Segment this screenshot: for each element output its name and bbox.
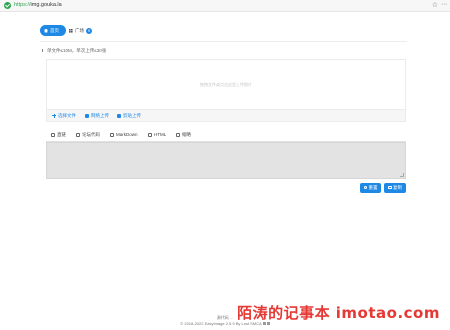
network-upload-label: 网络上传 — [91, 113, 109, 118]
square-label: 广场 — [75, 28, 84, 33]
upload-dropzone[interactable]: 拖拽文件或点击这里上传图片 — [46, 59, 406, 110]
address-bar[interactable]: https://img.gouka.la ☆ ⋯ — [0, 0, 450, 12]
upload-toolbar: 选择文件 网络上传 剪贴上传 — [46, 110, 406, 122]
link-icon — [51, 132, 55, 137]
square-tab[interactable]: 广场 9 — [69, 25, 92, 36]
nav-divider — [40, 41, 407, 42]
tab-thumbnail[interactable]: 缩略 — [176, 128, 191, 142]
url-scheme: https:// — [14, 2, 31, 8]
info-icon — [42, 49, 45, 52]
grid-icon — [69, 28, 73, 33]
paste-upload-button[interactable]: 剪贴上传 — [117, 110, 141, 122]
home-tab-button[interactable]: 首页 — [40, 25, 66, 36]
reset-icon — [363, 185, 367, 190]
watermark: 陌涛的记事本 imotao.com — [237, 304, 440, 322]
upload-limit: 单文件≤10M，单次上传≤30张 — [42, 48, 106, 54]
tab-html[interactable]: HTML — [148, 128, 166, 142]
url-host: img.gouka.la — [30, 2, 62, 8]
cloud-icon — [85, 113, 89, 118]
home-label: 首页 — [50, 28, 59, 33]
link-output-textarea[interactable] — [46, 142, 406, 179]
shield-check-icon[interactable] — [4, 2, 11, 9]
tab-direct-link-label: 直链 — [57, 132, 66, 137]
select-file-label: 选择文件 — [58, 113, 76, 118]
url-text[interactable]: https://img.gouka.la — [14, 1, 62, 10]
tab-thumbnail-label: 缩略 — [182, 132, 191, 137]
copy-button[interactable]: 复制 — [384, 183, 406, 193]
network-upload-button[interactable]: 网络上传 — [85, 110, 109, 122]
paste-upload-label: 剪贴上传 — [123, 113, 141, 118]
home-icon — [44, 28, 48, 33]
more-icon[interactable]: ⋯ — [441, 1, 447, 10]
copy-icon — [388, 185, 392, 190]
select-file-button[interactable]: 选择文件 — [52, 110, 76, 122]
result-tabs: 直链 论坛代码 MarkDown HTML 缩略 — [46, 128, 406, 142]
dropzone-hint: 拖拽文件或点击这里上传图片 — [200, 82, 252, 87]
clipboard-icon — [117, 113, 121, 118]
reset-button[interactable]: 重置 — [360, 183, 381, 193]
upload-limit-text: 单文件≤10M，单次上传≤30张 — [47, 48, 107, 53]
comment-icon — [76, 132, 80, 137]
html-icon — [148, 132, 152, 137]
tab-markdown[interactable]: MarkDown — [110, 128, 138, 142]
square-badge: 9 — [86, 27, 92, 34]
tab-forum-code[interactable]: 论坛代码 — [76, 128, 100, 142]
code-icon — [110, 132, 114, 137]
plus-icon — [52, 113, 56, 118]
tab-markdown-label: MarkDown — [116, 132, 138, 137]
tab-html-label: HTML — [154, 132, 167, 137]
copy-label: 复制 — [393, 185, 402, 190]
resize-handle-icon[interactable] — [400, 173, 404, 177]
reset-label: 重置 — [368, 185, 378, 190]
tab-direct-link[interactable]: 直链 — [51, 128, 66, 142]
tab-forum-code-label: 论坛代码 — [82, 132, 100, 137]
image-icon — [176, 132, 180, 137]
star-icon[interactable]: ☆ — [432, 1, 438, 10]
